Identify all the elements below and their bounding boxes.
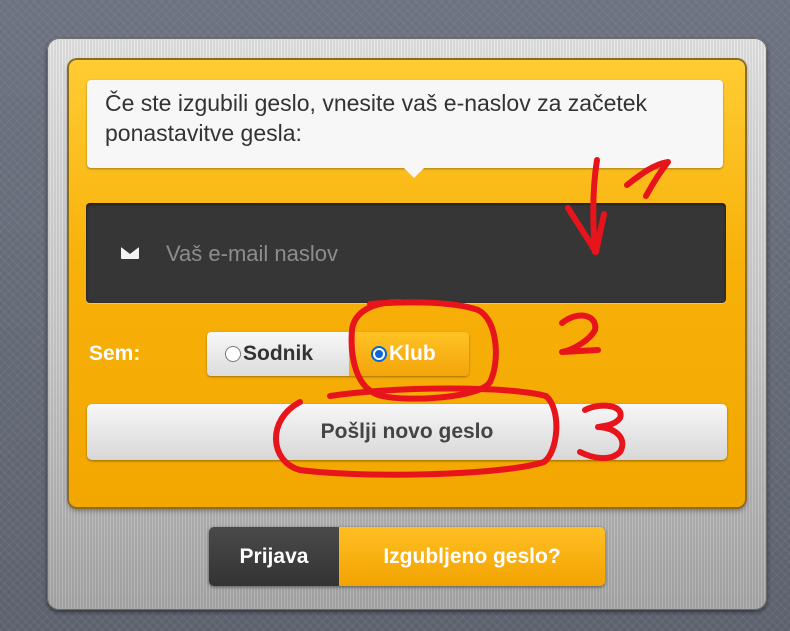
role-option-label: Sodnik: [243, 342, 314, 365]
role-option-sodnik[interactable]: Sodnik: [207, 332, 349, 376]
radio-sodnik[interactable]: [225, 346, 241, 362]
role-radio-group: Sodnik Klub: [207, 332, 469, 376]
tooltip-arrow: [404, 168, 424, 178]
role-option-klub[interactable]: Klub: [349, 332, 469, 376]
role-label: Sem:: [89, 342, 141, 365]
auth-tabs: Prijava Izgubljeno geslo?: [209, 527, 605, 586]
password-reset-panel: Če ste izgubili geslo, vnesite vaš e-nas…: [47, 38, 767, 610]
envelope-icon: [121, 247, 139, 259]
tab-login[interactable]: Prijava: [209, 527, 339, 586]
role-option-label: Klub: [389, 342, 436, 365]
tab-lost-password[interactable]: Izgubljeno geslo?: [339, 527, 605, 586]
reset-form: Če ste izgubili geslo, vnesite vaš e-nas…: [69, 60, 745, 507]
instruction-tooltip: Če ste izgubili geslo, vnesite vaš e-nas…: [87, 80, 723, 178]
instruction-text: Če ste izgubili geslo, vnesite vaš e-nas…: [105, 90, 648, 146]
radio-klub[interactable]: [371, 346, 387, 362]
email-input[interactable]: [164, 233, 688, 275]
email-field-wrapper: [86, 203, 726, 303]
send-new-password-button[interactable]: Pošlji novo geslo: [87, 404, 727, 460]
